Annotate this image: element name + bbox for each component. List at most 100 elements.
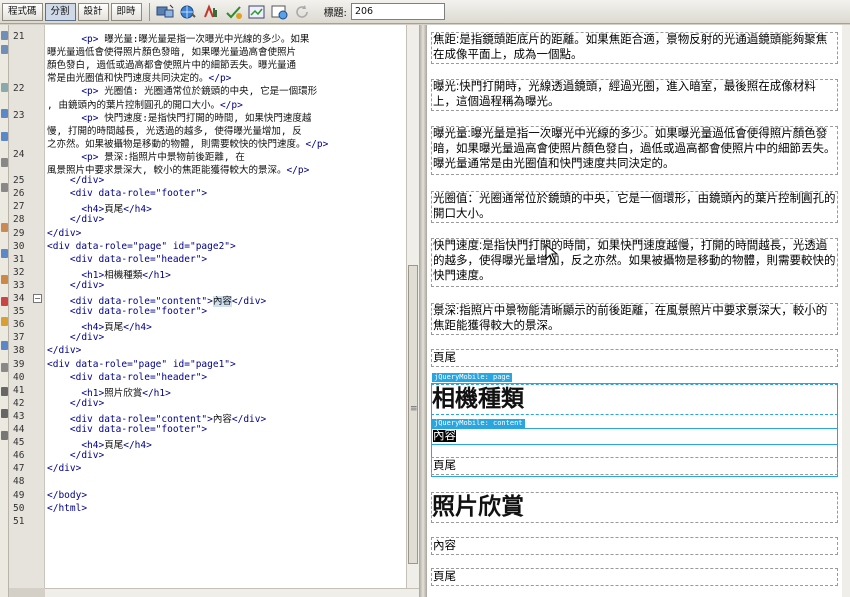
- word-wrap-icon[interactable]: [1, 249, 8, 258]
- header-photo-gallery[interactable]: 照片欣賞: [431, 492, 838, 523]
- expand-all-icon[interactable]: [1, 83, 8, 92]
- wrap-tag-icon[interactable]: [1, 317, 8, 326]
- code-token: </div>: [47, 227, 82, 239]
- code-line[interactable]: <p> 快門速度:是指快門打開的時間, 如果快門速度越: [47, 110, 311, 124]
- paragraph-exposure-amount[interactable]: 曝光量:曝光量是指一次曝光中光線的多少。如果曝光量過低會使得照片顏色發暗，如果曝…: [431, 126, 838, 175]
- indent-code-icon[interactable]: [1, 387, 8, 396]
- content-page-3[interactable]: 內容: [431, 537, 838, 555]
- line-numbers-icon[interactable]: [1, 158, 8, 167]
- code-line[interactable]: </div>: [47, 463, 81, 474]
- code-line[interactable]: <div data-role="header">: [47, 254, 207, 265]
- balance-braces-icon[interactable]: [1, 132, 8, 141]
- code-token: <div data-role="page" id="page1">: [47, 358, 236, 370]
- code-line[interactable]: <div data-role="page" id="page2">: [47, 241, 236, 252]
- code-line[interactable]: <h1>照片欣賞</h1>: [47, 385, 171, 399]
- multiscreen-icon[interactable]: [155, 3, 175, 21]
- design-view-button[interactable]: 設計: [77, 2, 109, 21]
- code-line[interactable]: <div data-role="footer">: [47, 188, 207, 199]
- collapse-tag-icon[interactable]: [1, 45, 8, 54]
- visual-aids-icon[interactable]: [247, 3, 267, 21]
- code-horizontal-scrollbar[interactable]: [45, 588, 419, 597]
- code-token: 相機種類: [104, 269, 143, 281]
- line-number: 40: [13, 371, 25, 383]
- code-line[interactable]: <div data-role="content">內容</div>: [47, 293, 266, 307]
- code-line[interactable]: <div data-role="footer">: [47, 424, 207, 435]
- code-line[interactable]: </div>: [47, 332, 104, 343]
- paragraph-exposure[interactable]: 曝光:快門打開時，光線透過鏡頭，經過光圈，進入暗室，最後照在成像材料上，這個過程…: [431, 79, 838, 111]
- footer-page-2[interactable]: 頁尾: [431, 457, 838, 475]
- title-input[interactable]: [350, 3, 445, 20]
- code-line[interactable]: </div>: [47, 345, 81, 356]
- refresh-design-icon[interactable]: [270, 3, 290, 21]
- paragraph-depth-of-field[interactable]: 景深:指照片中景物能清晰顯示的前後距離，在風景照片中要求景深大，較小的焦距能獲得…: [431, 303, 838, 335]
- syntax-error-icon[interactable]: [1, 223, 8, 232]
- live-view-button[interactable]: 即時: [110, 2, 142, 21]
- footer-page-1[interactable]: 頁尾: [431, 349, 838, 367]
- highlight-invalid-icon[interactable]: [1, 183, 8, 192]
- code-line[interactable]: </div>: [47, 450, 104, 461]
- remove-comment-icon[interactable]: [1, 297, 8, 306]
- code-line[interactable]: <p> 光圈值: 光圈通常位於鏡頭的中央, 它是一個環形: [47, 83, 317, 97]
- design-view[interactable]: 焦距:是指鏡頭距底片的距離。如果焦距合適，景物反射的光通過鏡頭能夠聚焦在成像平面…: [427, 25, 850, 597]
- line-number: 45: [13, 437, 25, 449]
- paragraph-shutter-speed[interactable]: 快門速度:是指快門打開的時間，如果快門速度越慢，打開的時間越長，光透過的越多，使…: [431, 238, 838, 287]
- outdent-code-icon[interactable]: [1, 409, 8, 418]
- content-page-2[interactable]: 內容: [431, 428, 838, 445]
- code-line[interactable]: <h4>頁尾</h4>: [47, 437, 152, 451]
- code-line[interactable]: </div>: [47, 228, 81, 239]
- code-line[interactable]: 之亦然。如果被攝物是移動的物體, 則需要較快的快門速度。</p>: [47, 136, 328, 150]
- code-line[interactable]: <div data-role="page" id="page1">: [47, 359, 236, 370]
- code-line[interactable]: , 由鏡頭內的葉片控制圓孔的開口大小。</p>: [47, 97, 243, 111]
- code-line[interactable]: <div data-role="content">內容</div>: [47, 411, 266, 425]
- header-camera-types[interactable]: 相機種類: [431, 384, 838, 415]
- code-token: <div data-role="header">: [47, 371, 208, 383]
- editor-window: 程式碼 分割 設計 即時 標題: 206 21 22 23 24 25 26 2…: [0, 0, 850, 597]
- code-line[interactable]: <h1>相機種類</h1>: [47, 267, 171, 281]
- code-line[interactable]: </body>: [47, 490, 87, 501]
- select-parent-tag-icon[interactable]: [1, 109, 8, 118]
- validate-icon[interactable]: [224, 3, 244, 21]
- paragraph-aperture[interactable]: 光圈值：光圈通常位於鏡頭的中央，它是一個環形，由鏡頭內的葉片控制圓孔的開口大小。: [431, 191, 838, 223]
- code-editor[interactable]: <p> 曝光量:曝光量是指一次曝光中光線的多少。如果 曝光量過低會使得照片顏色發暗…: [45, 25, 406, 588]
- code-line[interactable]: 曝光量過低會使得照片顏色發暗, 如果曝光量過高會使照片: [47, 44, 296, 58]
- format-source-icon[interactable]: [1, 431, 8, 440]
- code-line[interactable]: </div>: [47, 214, 104, 225]
- line-number: 29: [13, 227, 25, 239]
- code-line[interactable]: <p> 曝光量:曝光量是指一次曝光中光線的多少。如果: [47, 31, 309, 45]
- split-view-button[interactable]: 分割: [44, 2, 76, 21]
- open-documents-icon[interactable]: [1, 31, 8, 40]
- code-view-button[interactable]: 程式碼: [2, 2, 43, 21]
- code-line[interactable]: <h4>頁尾</h4>: [47, 201, 152, 215]
- code-line[interactable]: <div data-role="footer">: [47, 306, 207, 317]
- code-line[interactable]: 顏色發白, 過低或過高都會使照片中的細節丟失。曝光量通: [47, 57, 296, 71]
- line-number: 39: [13, 358, 25, 370]
- code-line[interactable]: 風景照片中要求景深大, 較小的焦距能獲得較大的景深。</p>: [47, 162, 309, 176]
- globe-icon[interactable]: [178, 3, 198, 21]
- design-scrollbar[interactable]: [842, 25, 850, 597]
- code-line[interactable]: </div>: [47, 175, 104, 186]
- footer-page-3[interactable]: 頁尾: [431, 568, 838, 586]
- code-line[interactable]: <p> 景深:指照片中景物前後距離, 在: [47, 149, 245, 163]
- apply-comment-icon[interactable]: [1, 275, 8, 284]
- move-css-icon[interactable]: [1, 363, 8, 372]
- code-line[interactable]: </div>: [47, 280, 104, 291]
- split-divider[interactable]: [419, 25, 427, 597]
- code-token: 頁尾: [104, 440, 124, 452]
- paragraph-focal-length[interactable]: 焦距:是指鏡頭距底片的距離。如果焦距合適，景物反射的光通過鏡頭能夠聚焦在成像平面…: [431, 32, 838, 64]
- code-line[interactable]: </div>: [47, 398, 104, 409]
- recent-snippets-icon[interactable]: [1, 341, 8, 350]
- code-line[interactable]: <div data-role="header">: [47, 372, 207, 383]
- debug-icon[interactable]: [201, 3, 221, 21]
- line-number: 38: [13, 345, 25, 357]
- code-line[interactable]: <h4>頁尾</h4>: [47, 319, 152, 333]
- line-number: 32: [13, 266, 25, 278]
- fold-toggle-icon[interactable]: −: [33, 294, 42, 303]
- code-scroll-thumb[interactable]: [408, 265, 418, 564]
- reload-icon[interactable]: [293, 3, 313, 21]
- line-number: 28: [13, 214, 25, 226]
- code-token: <div data-role="page" id="page2">: [47, 240, 236, 252]
- code-line[interactable]: </html>: [47, 503, 87, 514]
- code-line[interactable]: 常是由光圈值和快門速度共同決定的。</p>: [47, 70, 231, 84]
- code-token: </div>: [47, 279, 105, 291]
- code-line[interactable]: 慢, 打開的時間越長, 光透過的越多, 使得曝光量增加, 反: [47, 123, 302, 137]
